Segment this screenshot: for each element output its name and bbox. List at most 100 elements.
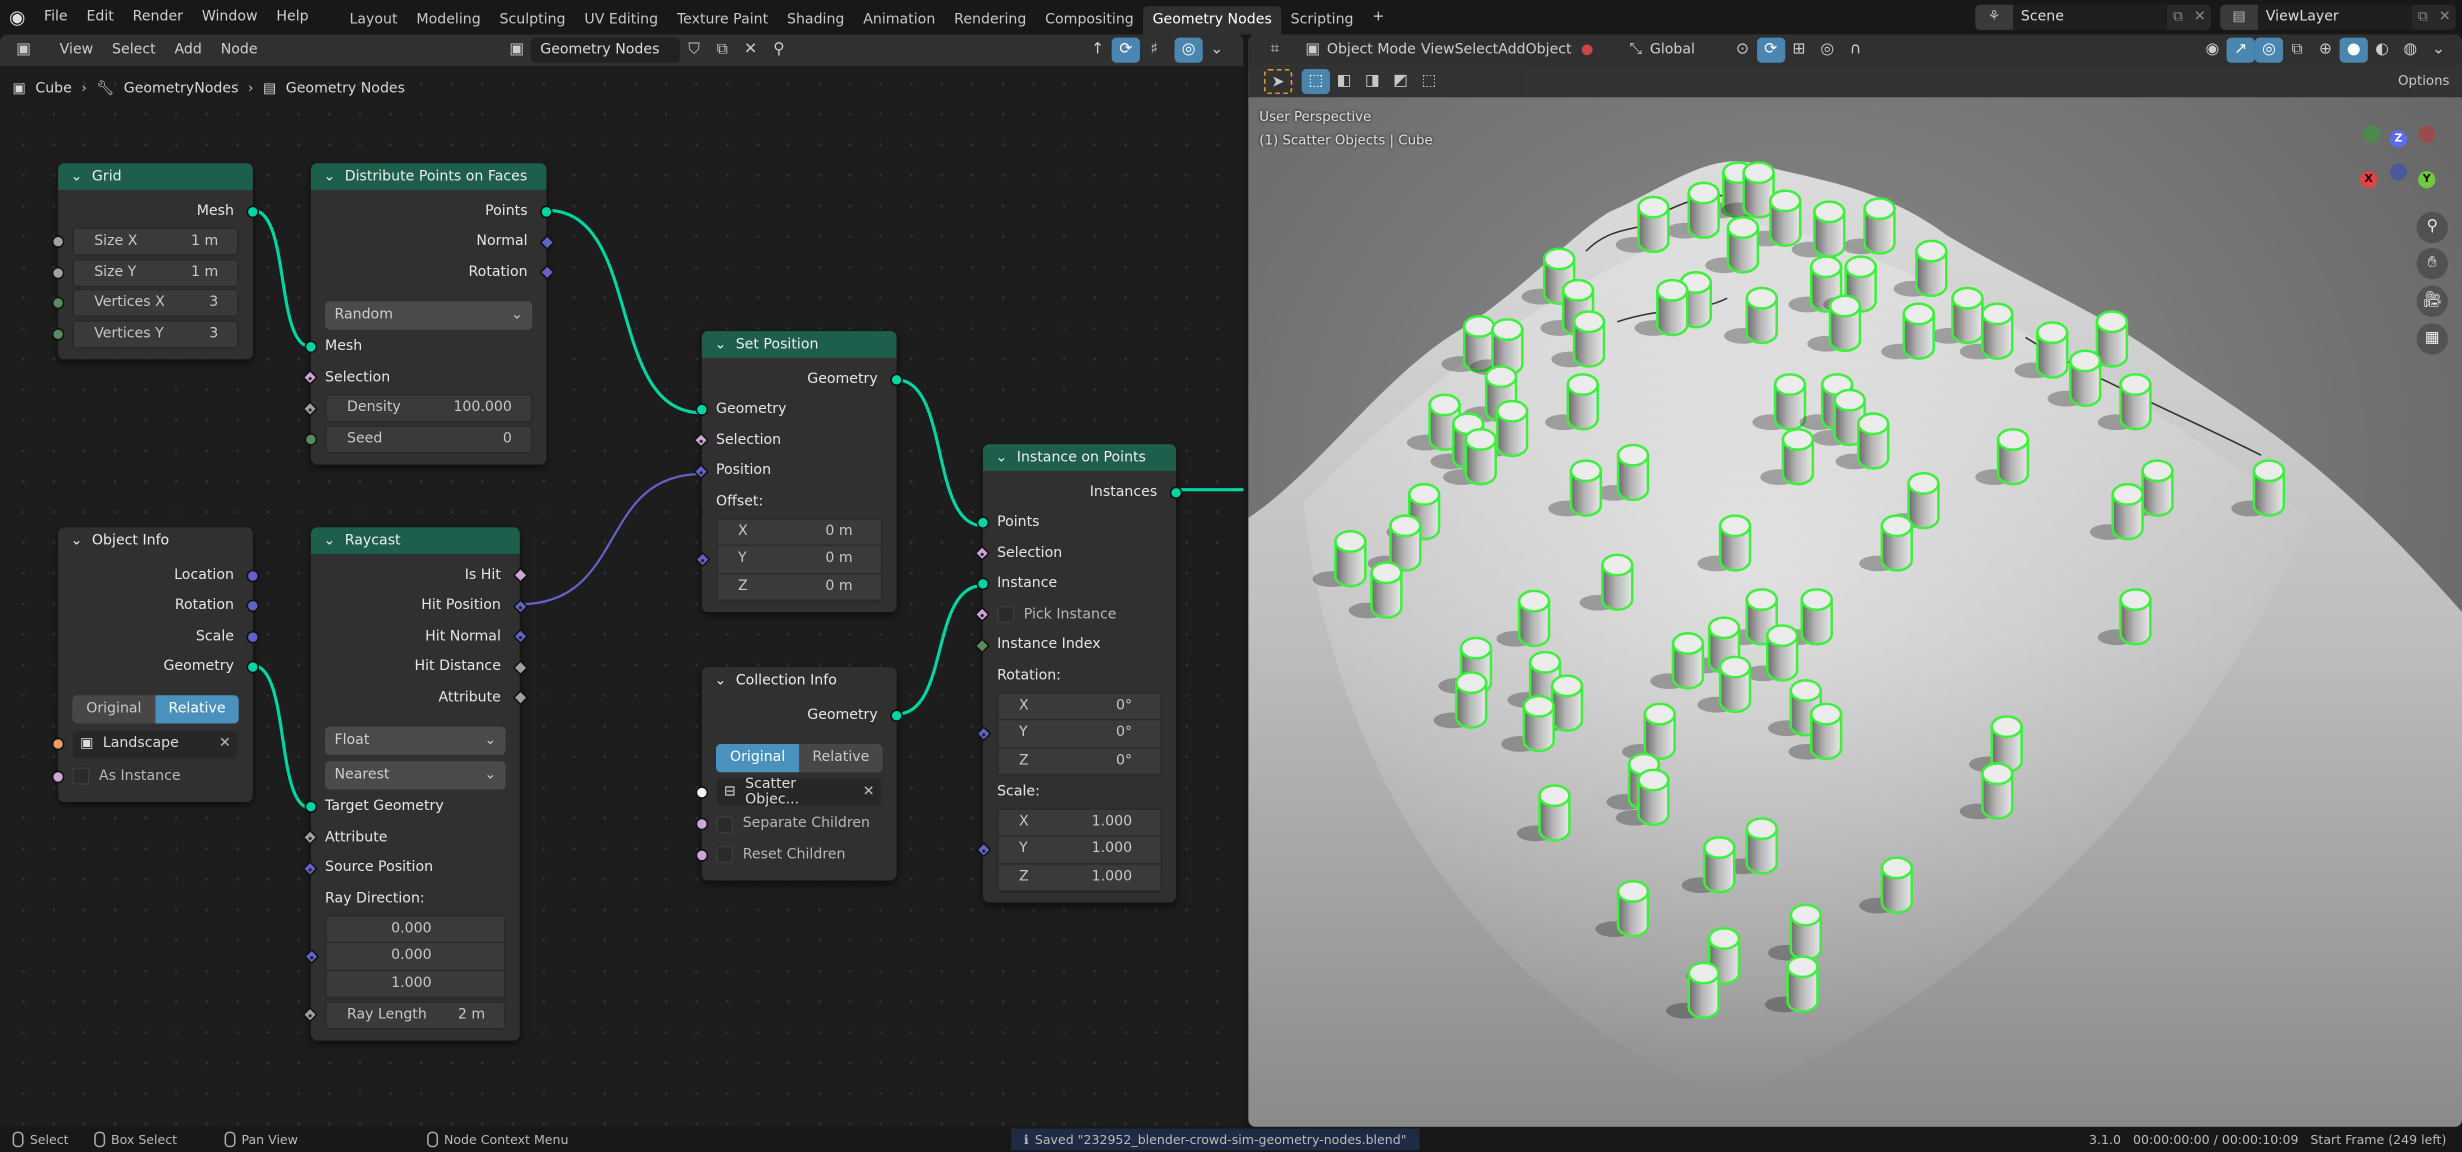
node-header[interactable]: ⌄ Grid (58, 163, 253, 190)
chevron-down-icon[interactable]: ⌄ (1203, 38, 1231, 63)
dropdown[interactable]: Nearest ⌄ (325, 760, 506, 789)
falloff-icon[interactable]: ∩ (1841, 38, 1869, 63)
clear-x-icon[interactable]: ✕ (863, 784, 875, 800)
tab-sculpting[interactable]: Sculpting (490, 6, 575, 34)
grid-perspective-icon[interactable]: ▦ (2416, 323, 2448, 355)
editor-type-icon[interactable]: ⌗ (1261, 38, 1289, 63)
tab-rendering[interactable]: Rendering (945, 6, 1036, 34)
vector-component[interactable]: Z 0 m (717, 573, 881, 602)
rendered-shading-icon[interactable]: ◍ (2396, 38, 2424, 63)
copy-icon[interactable]: ⧉ (2167, 9, 2189, 25)
socket-int[interactable] (51, 297, 65, 310)
parent-arrow-icon[interactable]: ↑ (1083, 38, 1111, 63)
wireframe-shading-icon[interactable]: ⊕ (2311, 38, 2339, 63)
node-setpos[interactable]: ⌄ Set Position Geometry Geometry Selection Po… (693, 331, 903, 613)
select-intersect-icon[interactable]: ⬚ (1415, 69, 1443, 94)
overlay-icon[interactable]: ◎ (2254, 37, 2284, 63)
checkbox[interactable] (72, 767, 90, 786)
tab-scripting[interactable]: Scripting (1281, 6, 1363, 34)
view-layer-selector[interactable]: ▤ ViewLayer ⧉ ✕ (2220, 4, 2456, 30)
node-header[interactable]: ⌄ Set Position (701, 331, 897, 358)
field-value[interactable]: 3 (209, 295, 218, 311)
number-field[interactable]: Seed 0 (325, 424, 533, 454)
field-value[interactable]: 3 (209, 326, 218, 342)
fake-user-shield-icon[interactable]: ⛉ (680, 38, 708, 63)
select-new-icon[interactable]: ⬚ (1301, 69, 1330, 95)
socket-bool[interactable] (695, 818, 709, 831)
node-iop[interactable]: ⌄ Instance on Points Instances Points Select… (974, 444, 1183, 903)
number-field[interactable]: Vertices X 3 (72, 289, 239, 318)
gizmo-x-axis[interactable]: X (2360, 171, 2378, 189)
options-dropdown[interactable]: Options (2398, 74, 2449, 90)
node-header[interactable]: ⌄ Distribute Points on Faces (310, 163, 547, 190)
tab-shading[interactable]: Shading (778, 6, 854, 34)
socket-vecc[interactable] (246, 569, 260, 582)
menu-view[interactable]: View (1421, 42, 1455, 58)
socket-float[interactable] (51, 235, 65, 249)
vector-component[interactable]: Z 0° (998, 747, 1161, 776)
gizmo-neg-x[interactable] (2418, 125, 2436, 143)
vector-component[interactable]: 0.000 (326, 915, 505, 944)
gizmo-icon[interactable]: ↗ (2226, 37, 2255, 63)
menu-render[interactable]: Render (123, 0, 192, 35)
select-invert-icon[interactable]: ◩ (1386, 69, 1414, 94)
proportional-edit-icon[interactable]: ◎ (1813, 38, 1841, 63)
checkbox[interactable] (716, 815, 734, 834)
field-value[interactable]: 1 m (191, 265, 218, 281)
breadcrumb-object[interactable]: Cube (35, 82, 72, 98)
menu-view[interactable]: View (50, 42, 102, 58)
vector-component[interactable]: 0.000 (326, 943, 505, 971)
socket-bool[interactable] (695, 848, 709, 862)
vector-component[interactable]: Y 0° (998, 720, 1161, 748)
menu-node[interactable]: Node (211, 42, 267, 58)
view-layer-name[interactable]: ViewLayer (2257, 4, 2412, 30)
field-value[interactable]: 1 m (191, 234, 218, 250)
collapse-chevron-icon[interactable]: ⌄ (71, 169, 83, 185)
socket-collection[interactable] (695, 785, 709, 799)
menu-help[interactable]: Help (267, 0, 318, 35)
number-field[interactable]: Vertices Y 3 (72, 319, 239, 349)
node-distribute[interactable]: ⌄ Distribute Points on Faces Points Normal R… (302, 163, 555, 464)
material-icon[interactable]: ● (1581, 42, 1593, 58)
visibility-icon[interactable]: ◉ (2198, 38, 2226, 63)
checkbox[interactable] (997, 606, 1015, 624)
checkbox[interactable] (716, 846, 734, 864)
socket-geo[interactable] (976, 577, 990, 591)
node-objinfo[interactable]: ⌄ Object Info Location Rotation Scale Geometr… (51, 527, 260, 802)
gizmo-neg-y[interactable] (2363, 125, 2381, 143)
vector-component[interactable]: 1.000 (326, 970, 505, 999)
overlay-icon[interactable]: ◎ (1174, 37, 1203, 63)
socket-float[interactable] (51, 266, 65, 279)
node-header[interactable]: ⌄ Raycast (310, 527, 520, 555)
field-value[interactable]: 0 (503, 431, 512, 447)
socket-geo[interactable] (304, 340, 318, 354)
toggle-relative[interactable]: Relative (799, 743, 883, 772)
collapse-chevron-icon[interactable]: ⌄ (714, 673, 726, 689)
add-workspace-button[interactable]: + (1363, 0, 1394, 35)
socket-geo[interactable] (304, 800, 318, 814)
menu-object[interactable]: Object (1526, 42, 1572, 58)
number-field[interactable]: Ray Length 2 m (325, 1000, 506, 1030)
tab-modeling[interactable]: Modeling (407, 6, 490, 34)
node-tree-field[interactable]: Geometry Nodes (530, 37, 680, 63)
zoom-icon[interactable]: ⚲ (2416, 211, 2448, 244)
tab-animation[interactable]: Animation (854, 6, 945, 34)
menu-edit[interactable]: Edit (77, 0, 123, 35)
gizmo-y-axis[interactable]: Y (2418, 171, 2436, 189)
socket-geo[interactable] (246, 205, 260, 218)
node-header[interactable]: ⌄ Object Info (58, 527, 253, 555)
tab-layout[interactable]: Layout (340, 6, 407, 34)
snap-icon[interactable]: ⟳ (1756, 37, 1785, 63)
number-field[interactable]: Density 100.000 (325, 394, 533, 423)
socket-vecc[interactable] (246, 630, 260, 644)
scene-name[interactable]: Scene (2012, 4, 2167, 30)
snap-increment-icon[interactable]: ⊞ (1785, 38, 1813, 63)
socket-geo[interactable] (976, 516, 990, 530)
status-message[interactable]: ℹ Saved "232952_blender-crowd-sim-geometr… (1011, 1128, 1420, 1151)
mode-selector[interactable]: Object Mode (1327, 42, 1421, 58)
node-header[interactable]: ⌄ Instance on Points (982, 444, 1177, 471)
menu-add[interactable]: Add (1498, 42, 1525, 58)
field-value[interactable]: 2 m (458, 1007, 485, 1023)
gizmo-neg-z[interactable] (2389, 163, 2408, 181)
breadcrumb-modifier[interactable]: GeometryNodes (124, 82, 239, 98)
